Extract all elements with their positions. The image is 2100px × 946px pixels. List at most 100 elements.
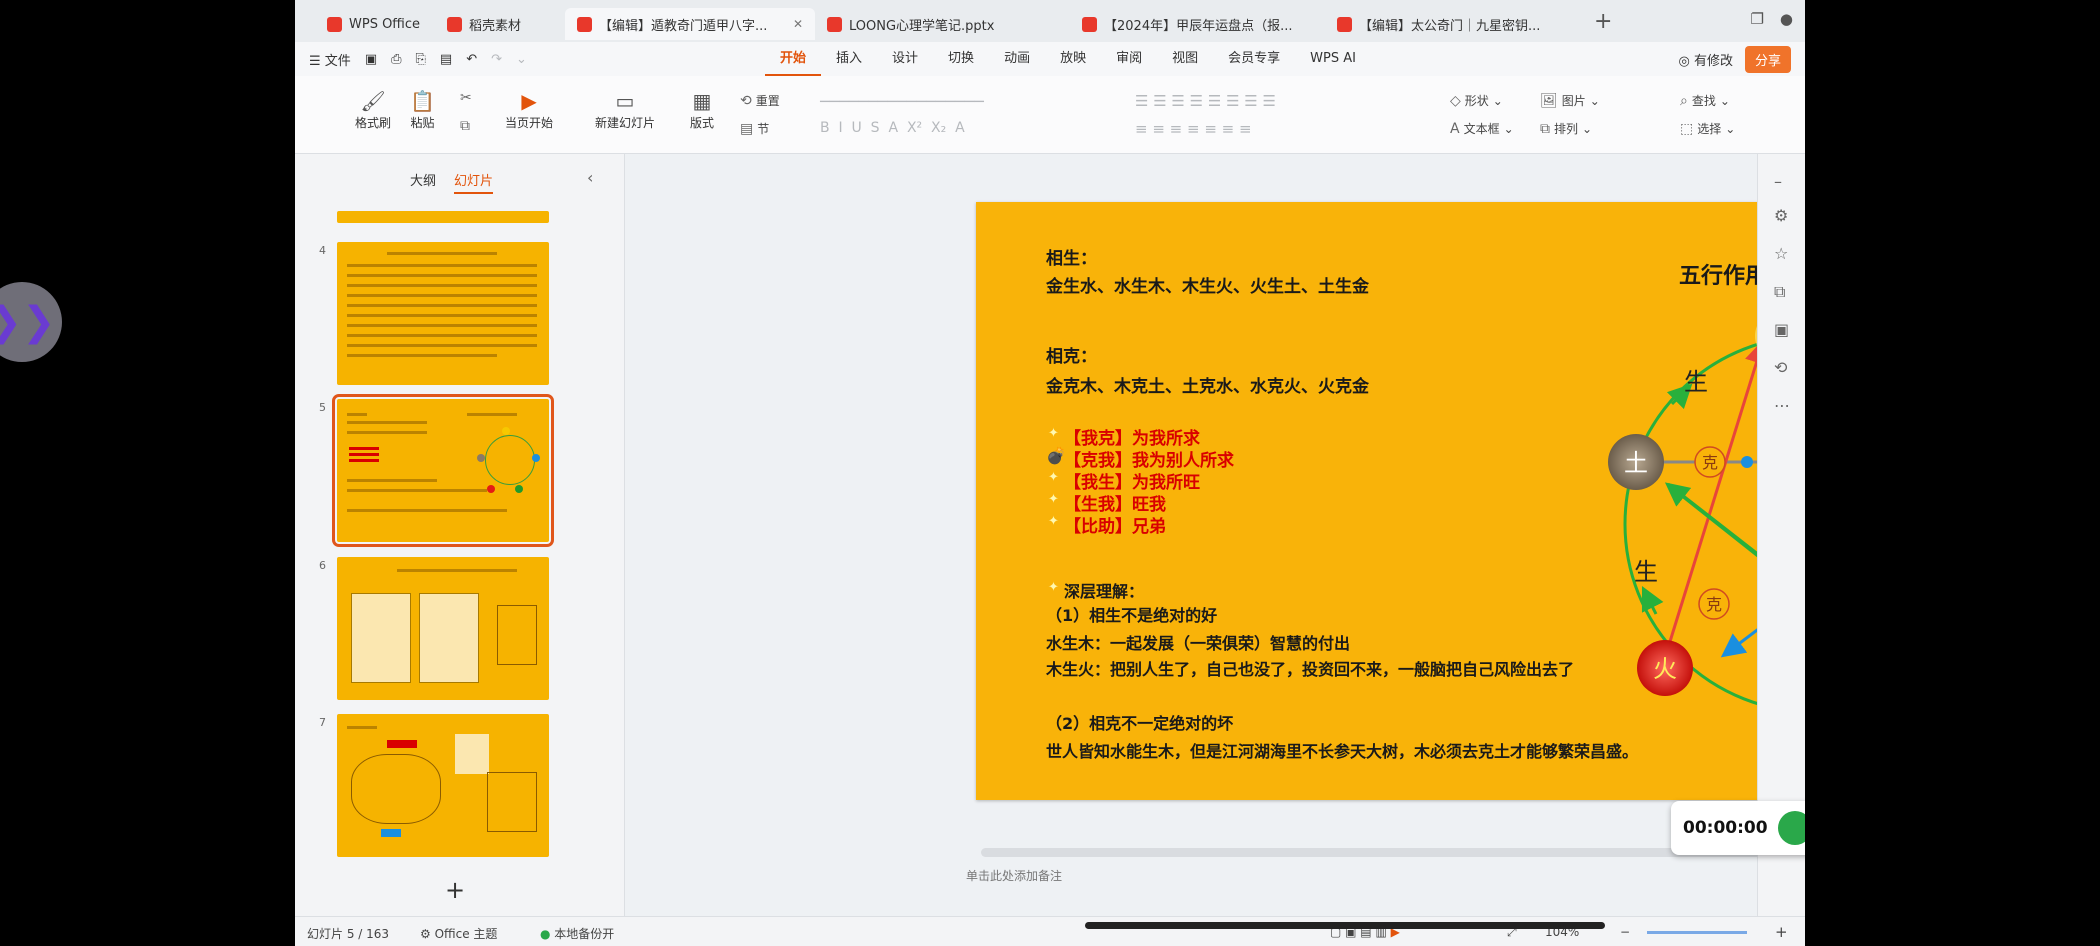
slide-counter: 幻灯片 5 / 163	[307, 927, 390, 941]
slide-thumbnail-4[interactable]	[337, 242, 549, 385]
tab-insert[interactable]: 插入	[821, 42, 877, 76]
theme-button[interactable]: ⚙ Office 主题	[420, 925, 497, 942]
slide-thumbnail-7[interactable]	[337, 714, 549, 857]
account-avatar-icon[interactable]: ●	[1780, 10, 1793, 28]
tab-wps-office[interactable]: WPS Office	[315, 8, 435, 40]
export-pdf-icon[interactable]: ⎙	[391, 52, 401, 67]
ppt-file-icon	[1337, 16, 1352, 32]
ke-label: 克	[1706, 595, 1722, 614]
ppt-file-icon	[577, 16, 592, 32]
current-slide[interactable]: 相生： 金生水、水生木、木生火、火生土、土生金 相克： 金克木、木克土、土克水、…	[976, 202, 1805, 800]
tab-2024-review[interactable]: 【2024年】甲辰年运盘点（报...	[1070, 8, 1325, 40]
tab-view[interactable]: 视图	[1157, 42, 1213, 76]
shape-icon: ◇	[1450, 92, 1461, 109]
point-2-line-a: 世人皆知水能生木，但是江河湖海里不长参天大树，木必须去克土才能够繁荣昌盛。	[1046, 742, 1639, 761]
select-button[interactable]: ⬚ 选择 ⌄	[1680, 120, 1735, 137]
paragraph-controls-disabled: ☰ ☰ ☰ ☰ ☰ ☰ ☰ ☰	[1135, 92, 1276, 110]
reset-button[interactable]: ⟲ 重置	[740, 92, 780, 109]
search-icon: ⌕	[1680, 92, 1688, 109]
redo-icon[interactable]: ↷	[491, 52, 502, 67]
has-changes-button[interactable]: ◎ 有修改	[1678, 50, 1733, 69]
zoom-slider[interactable]	[1647, 931, 1747, 934]
layers-icon[interactable]: ⧉	[1774, 282, 1785, 302]
tab-active-document[interactable]: 【编辑】遁教奇门遁甲八字... ✕	[565, 8, 815, 40]
tab-slides[interactable]: 幻灯片	[454, 170, 494, 194]
copy-button[interactable]: ⧉	[460, 118, 470, 134]
textbox-button[interactable]: A 文本框 ⌄	[1450, 120, 1514, 137]
tab-animation[interactable]: 动画	[989, 42, 1045, 76]
reset-icon: ⟲	[740, 92, 752, 109]
picture-icon: 🖼	[1540, 92, 1558, 109]
slide-thumbnail-5-selected[interactable]	[332, 394, 554, 547]
menu-bar: ☰ 文件 ▣ ⎙ ⎘ ▤ ↶ ↷ ⌄ 开始 插入 设计 切换 动画 放映 审阅 …	[295, 42, 1805, 76]
settings-sliders-icon[interactable]: ⚙	[1774, 206, 1788, 225]
tab-transition[interactable]: 切换	[933, 42, 989, 76]
preview-icon[interactable]: ▤	[440, 52, 452, 67]
section-button[interactable]: ▤ 节	[740, 120, 769, 137]
recording-timer[interactable]: 00:00:00	[1671, 801, 1805, 855]
format-painter-button[interactable]: 🖌 格式刷	[355, 88, 391, 131]
zoom-out-icon[interactable]: −	[1620, 925, 1630, 939]
point-2-heading: （2）相克不一定绝对的坏	[1046, 714, 1234, 733]
element-fire: 火	[1653, 655, 1677, 683]
tab-loong-notes[interactable]: LOONG心理学笔记.pptx	[815, 8, 1070, 40]
collapse-panel-chevron-icon[interactable]: ‹	[587, 168, 593, 187]
slide-thumbnail-3-partial[interactable]	[337, 211, 549, 223]
point-1-line-a: 水生木：一起发展（一荣俱荣）智慧的付出	[1046, 634, 1351, 653]
arrange-icon: ⧉	[1540, 120, 1550, 137]
slide-thumbnail-6[interactable]	[337, 557, 549, 700]
floating-assistant-button[interactable]: ❯❯	[0, 282, 62, 362]
restore-window-icon[interactable]: ❐	[1750, 10, 1763, 28]
tab-member[interactable]: 会员专享	[1213, 42, 1295, 76]
tab-slideshow[interactable]: 放映	[1045, 42, 1101, 76]
new-slide-button[interactable]: ▭ 新建幻灯片	[595, 88, 655, 131]
sheng-text: 金生水、水生木、木生火、火生土、土生金	[1046, 277, 1369, 297]
share-button[interactable]: 分享	[1744, 46, 1791, 73]
file-menu[interactable]: ☰ 文件	[309, 50, 351, 69]
tab-design[interactable]: 设计	[877, 42, 933, 76]
paste-button[interactable]: 📋 粘贴	[410, 88, 435, 131]
relation-item: 【比助】兄弟	[1064, 517, 1166, 537]
status-bar: 幻灯片 5 / 163 ⚙ Office 主题 ● 本地备份开 ▢ ▣ ▤ ▥ …	[295, 916, 1805, 946]
element-earth: 土	[1624, 449, 1648, 477]
play-from-current-button[interactable]: ▶ 当页开始	[505, 88, 553, 131]
tab-home[interactable]: 开始	[765, 42, 822, 76]
shape-button[interactable]: ◇ 形状 ⌄	[1450, 92, 1503, 109]
collapse-icon[interactable]: –	[1774, 172, 1782, 191]
more-dropdown-icon[interactable]: ⌄	[516, 52, 527, 67]
format-painter-icon: 🖌	[360, 89, 386, 113]
save-icon[interactable]: ▣	[365, 52, 377, 67]
sparkle-icon: ✦	[1048, 580, 1059, 595]
tab-docer-materials[interactable]: 稻壳素材	[435, 8, 565, 40]
add-slide-plus-icon[interactable]: +	[445, 876, 465, 904]
tab-review[interactable]: 审阅	[1101, 42, 1157, 76]
new-tab-plus-icon[interactable]: +	[1594, 9, 1612, 34]
copy-icon: ⧉	[460, 118, 470, 134]
image-icon[interactable]: ▣	[1774, 320, 1789, 339]
ke-label: 克	[1702, 453, 1718, 472]
slide-editing-canvas: 相生： 金生水、水生木、木生火、火生土、土生金 相克： 金克木、木克土、土克水、…	[626, 154, 1805, 883]
tab-wps-ai[interactable]: WPS AI	[1295, 42, 1371, 76]
cut-button[interactable]: ✂	[460, 90, 472, 106]
print-icon[interactable]: ⎘	[416, 52, 426, 67]
more-icon[interactable]: ⋯	[1774, 396, 1790, 415]
sparkle-icon: ✦	[1048, 492, 1059, 507]
arrange-button[interactable]: ⧉ 排列 ⌄	[1540, 120, 1592, 137]
textbox-icon: A	[1450, 120, 1460, 137]
notes-placeholder[interactable]: 单击此处添加备注	[966, 867, 1062, 884]
slide-thumbnail-panel: 大纲 幻灯片 ‹ 4 5 6 7 +	[295, 154, 625, 916]
find-button[interactable]: ⌕ 查找 ⌄	[1680, 92, 1730, 109]
font-controls-disabled: ─────────────────	[820, 92, 984, 111]
tab-outline[interactable]: 大纲	[410, 170, 436, 194]
history-icon[interactable]: ⟲	[1774, 358, 1787, 377]
backup-status[interactable]: ● 本地备份开	[540, 925, 614, 942]
picture-button[interactable]: 🖼 图片 ⌄	[1540, 92, 1600, 109]
play-icon: ▶	[521, 89, 537, 113]
zoom-in-icon[interactable]: +	[1775, 923, 1788, 941]
close-tab-icon[interactable]: ✕	[793, 17, 803, 31]
tab-taigong[interactable]: 【编辑】太公奇门｜九星密钥...	[1325, 8, 1580, 40]
ppt-file-icon	[1082, 16, 1097, 32]
undo-icon[interactable]: ↶	[466, 52, 477, 67]
layout-button[interactable]: ▦ 版式	[690, 88, 714, 131]
star-icon[interactable]: ☆	[1774, 244, 1788, 263]
